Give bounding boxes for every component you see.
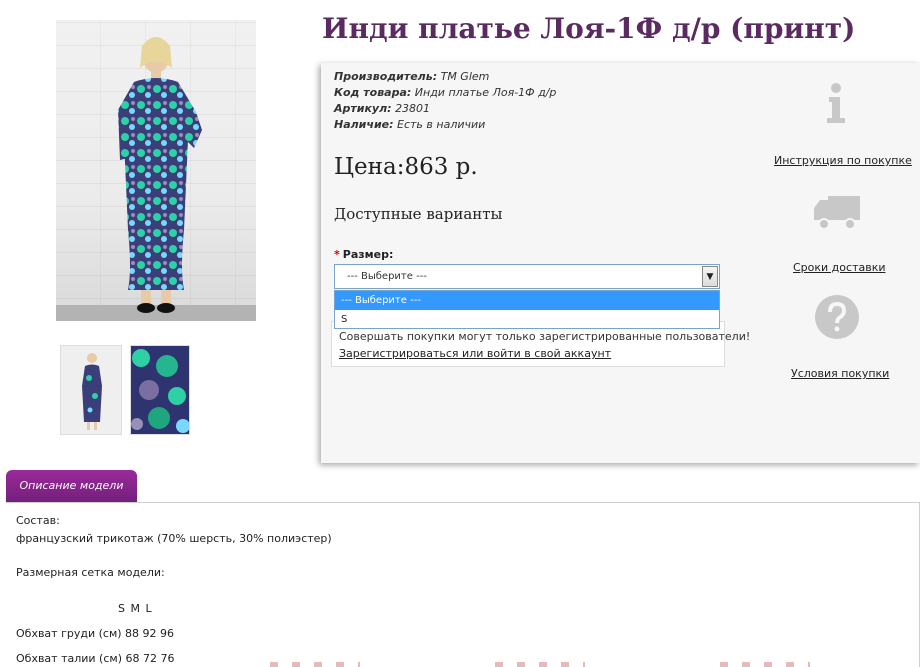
fabric-print-thumbnail	[131, 346, 189, 434]
product-main-image[interactable]	[56, 20, 256, 321]
tab-divider	[6, 502, 920, 503]
dropdown-arrow-icon[interactable]: ▼	[702, 266, 718, 287]
tab-description[interactable]: Описание модели	[6, 470, 137, 502]
product-thumbnail-1[interactable]	[60, 345, 122, 435]
dress-model-illustration	[118, 37, 202, 313]
register-login-link[interactable]: Зарегистрироваться или войти в свой акка…	[339, 347, 611, 360]
size-select-value: --- Выберите ---	[347, 271, 427, 282]
product-title: Инди платье Лоя-1Ф д/р (принт)	[322, 12, 856, 45]
decorative-marks	[720, 662, 810, 667]
size-chart-label: Размерная сетка модели:	[16, 566, 165, 579]
decorative-marks	[270, 662, 360, 667]
size-option-placeholder[interactable]: --- Выберите ---	[335, 291, 719, 310]
login-notice-text: Совершать покупки могут только зарегистр…	[339, 330, 751, 343]
size-chart-waist-row: Обхват талии (см) 68 72 76	[16, 652, 175, 665]
sku-label: Артикул:	[334, 102, 392, 115]
product-thumbnail-2[interactable]	[130, 345, 190, 435]
product-price: Цена:863 р.	[334, 154, 478, 180]
truck-icon[interactable]	[812, 192, 862, 232]
size-label: * Размер:	[334, 248, 393, 261]
purchase-instruction-link[interactable]: Инструкция по покупке	[774, 154, 912, 167]
size-chart-header: S M L	[118, 602, 153, 615]
composition-value: французский трикотаж (70% шерсть, 30% по…	[16, 532, 332, 545]
size-dropdown-list[interactable]: --- Выберите --- S	[334, 290, 720, 329]
info-icon[interactable]	[818, 82, 854, 124]
variants-heading: Доступные варианты	[334, 205, 503, 223]
decorative-marks	[495, 662, 585, 667]
stock-value: Есть в наличии	[397, 118, 486, 131]
question-icon[interactable]	[814, 294, 860, 340]
composition-label: Состав:	[16, 514, 60, 527]
product-meta: Производитель: ТМ Glem Код товара: Инди …	[334, 69, 556, 133]
code-label: Код товара:	[334, 86, 412, 99]
manufacturer-label: Производитель:	[334, 70, 438, 83]
size-label-text: Размер:	[342, 248, 394, 261]
dress-thumbnail-illustration	[61, 346, 121, 434]
size-option-s[interactable]: S	[335, 310, 719, 329]
delivery-terms-link[interactable]: Сроки доставки	[793, 261, 886, 274]
code-value: Инди платье Лоя-1Ф д/р	[414, 86, 557, 99]
purchase-terms-link[interactable]: Условия покупки	[791, 367, 889, 380]
size-select[interactable]: --- Выберите --- ▼	[334, 264, 720, 289]
size-chart-bust-row: Обхват груди (см) 88 92 96	[16, 627, 175, 640]
stock-label: Наличие:	[334, 118, 394, 131]
required-mark: *	[334, 248, 340, 261]
manufacturer-value: ТМ Glem	[440, 70, 490, 83]
sku-value: 23801	[395, 102, 431, 115]
